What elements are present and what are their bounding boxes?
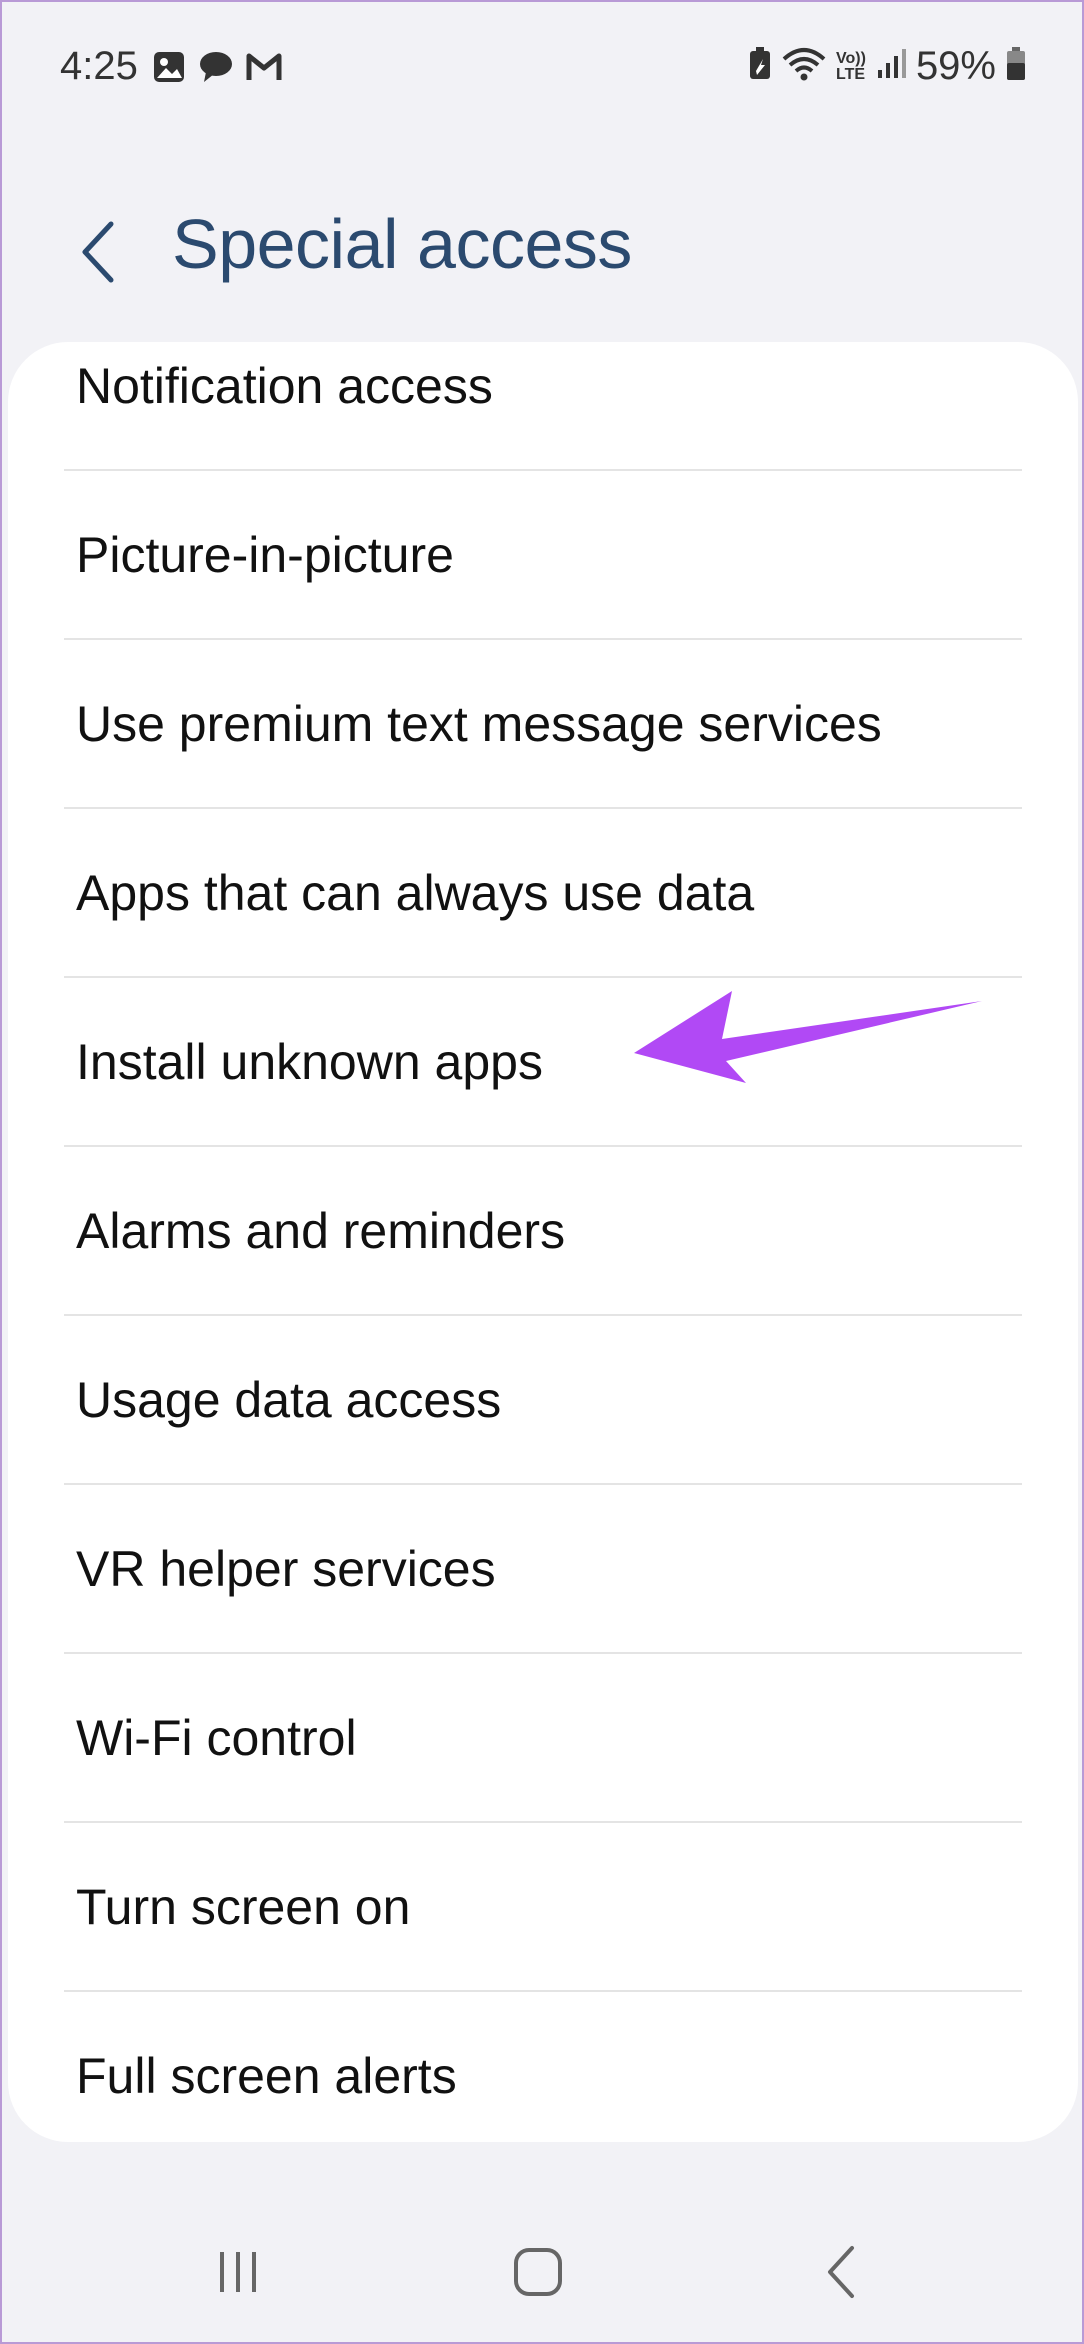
list-item-label: Notification access — [76, 357, 493, 414]
signal-icon — [876, 48, 906, 85]
page-header: Special access — [2, 192, 1082, 312]
gallery-icon — [152, 50, 186, 89]
list-item-turn-screen-on[interactable]: Turn screen on — [64, 1823, 1022, 1992]
notification-icons — [152, 50, 282, 89]
chat-icon — [198, 50, 234, 89]
special-access-list: Notification access Picture-in-picture U… — [8, 342, 1078, 2142]
list-item-label: Install unknown apps — [76, 1033, 543, 1090]
list-item-vr-helper[interactable]: VR helper services — [64, 1485, 1022, 1654]
list-item-label: Alarms and reminders — [76, 1202, 566, 1259]
status-right: Vo)) LTE 59% — [748, 44, 1026, 89]
list-item-full-screen-alerts[interactable]: Full screen alerts — [64, 1992, 1022, 2142]
nav-back-button[interactable] — [802, 2232, 882, 2312]
annotation-arrow-icon — [632, 987, 992, 1092]
list-item-unrestricted-data[interactable]: Apps that can always use data — [64, 809, 1022, 978]
list-item-premium-sms[interactable]: Use premium text message services — [64, 640, 1022, 809]
list-item-label: Use premium text message services — [76, 695, 882, 752]
list-item-label: VR helper services — [76, 1540, 496, 1597]
list-item-notification-access[interactable]: Notification access — [64, 342, 1022, 471]
navigation-bar — [2, 2202, 1082, 2342]
battery-percent: 59% — [915, 44, 996, 88]
chevron-left-icon — [82, 221, 114, 283]
status-bar: 4:25 Vo)) LTE 59% — [2, 2, 1082, 132]
special-access-card: Notification access Picture-in-picture U… — [8, 342, 1078, 2142]
list-item-label: Picture-in-picture — [76, 526, 454, 583]
volte-icon: Vo)) LTE — [836, 49, 866, 83]
recent-apps-icon — [220, 2252, 256, 2292]
list-item-picture-in-picture[interactable]: Picture-in-picture — [64, 471, 1022, 640]
list-item-usage-data-access[interactable]: Usage data access — [64, 1316, 1022, 1485]
wifi-icon — [782, 47, 826, 86]
volte-top-label: Vo)) — [836, 49, 866, 67]
home-button[interactable] — [498, 2232, 578, 2312]
list-item-label: Full screen alerts — [76, 2047, 457, 2104]
list-item-wifi-control[interactable]: Wi-Fi control — [64, 1654, 1022, 1823]
status-time: 4:25 — [60, 44, 138, 88]
list-item-label: Wi-Fi control — [76, 1709, 357, 1766]
recent-apps-button[interactable] — [198, 2232, 278, 2312]
list-item-label: Turn screen on — [76, 1878, 411, 1935]
battery-saver-icon — [748, 47, 772, 86]
back-icon — [828, 2246, 854, 2298]
home-icon — [514, 2248, 562, 2296]
gmail-icon — [246, 52, 282, 87]
battery-icon — [1006, 47, 1026, 86]
page-title: Special access — [172, 205, 632, 283]
back-button[interactable] — [72, 217, 122, 287]
list-item-label: Usage data access — [76, 1371, 502, 1428]
volte-bottom-label: LTE — [836, 65, 866, 83]
list-item-alarms-reminders[interactable]: Alarms and reminders — [64, 1147, 1022, 1316]
list-item-label: Apps that can always use data — [76, 864, 755, 921]
